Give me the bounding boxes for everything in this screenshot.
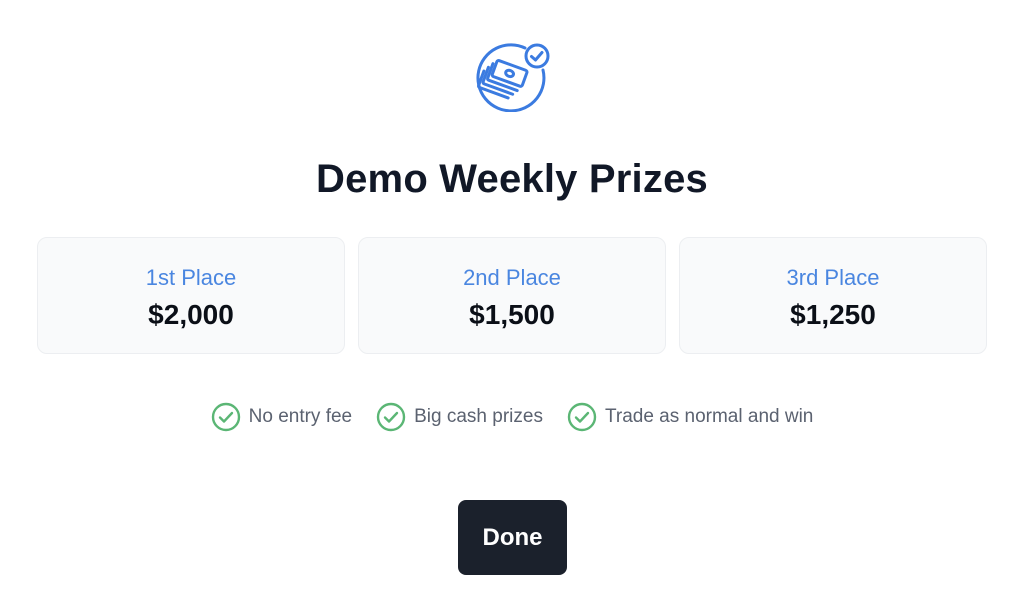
prize-cards: 1st Place $2,000 2nd Place $1,500 3rd Pl… bbox=[37, 237, 989, 356]
prize-place-label: 1st Place bbox=[145, 265, 237, 290]
prize-card-2nd: 2nd Place $1,500 bbox=[358, 237, 666, 354]
feature-label: Trade as normal and win bbox=[604, 406, 814, 427]
prize-place-label: 2nd Place bbox=[463, 265, 561, 290]
feature-item: No entry fee bbox=[211, 402, 353, 432]
check-circle-icon bbox=[376, 402, 406, 432]
prize-dialog: Demo Weekly Prizes 1st Place $2,000 2nd … bbox=[0, 0, 1024, 613]
feature-item: Big cash prizes bbox=[376, 402, 543, 432]
prize-card-1st: 1st Place $2,000 bbox=[37, 237, 345, 354]
feature-item: Trade as normal and win bbox=[567, 402, 813, 432]
prize-amount: $2,000 bbox=[148, 299, 234, 330]
feature-list: No entry fee Big cash prizes Trade as no… bbox=[0, 402, 1024, 432]
done-button[interactable]: Done bbox=[458, 500, 567, 575]
prize-amount: $1,500 bbox=[469, 299, 555, 330]
check-circle-icon bbox=[567, 402, 597, 432]
check-circle-icon bbox=[211, 402, 240, 432]
money-stack-check-icon bbox=[473, 40, 553, 113]
prize-card-3rd: 3rd Place $1,250 bbox=[679, 237, 987, 354]
feature-label: No entry fee bbox=[248, 406, 353, 427]
prize-amount: $1,250 bbox=[790, 299, 876, 330]
page-title: Demo Weekly Prizes bbox=[316, 157, 708, 201]
prize-place-label: 3rd Place bbox=[786, 265, 880, 290]
feature-label: Big cash prizes bbox=[414, 406, 543, 427]
